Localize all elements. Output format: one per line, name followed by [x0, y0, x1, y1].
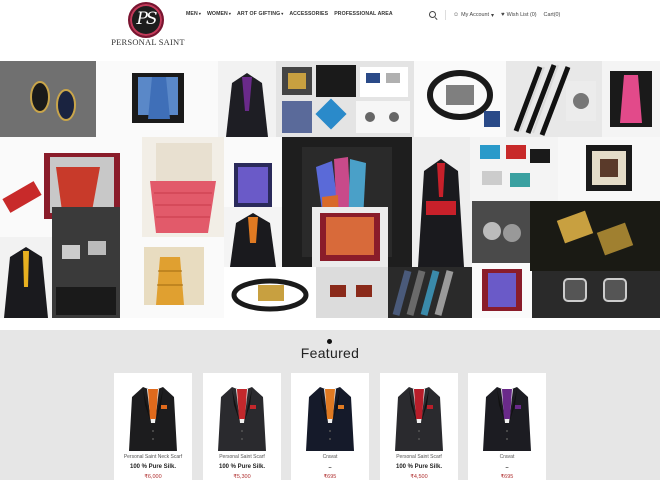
product-name[interactable]: Cravat — [291, 454, 369, 460]
banner-red-cufflinks-tile — [316, 267, 388, 318]
banner-tie-box-tile — [96, 61, 218, 137]
product-price: ₹4,500 — [410, 474, 428, 480]
banner-cufflinks-pair-tile — [52, 207, 120, 318]
banner-tie-box-red-tile — [312, 207, 388, 267]
header-actions: ☺ My Account ▾ ♥ Wish List (0) Cart(0) — [428, 10, 560, 20]
user-icon: ☺ — [453, 12, 460, 18]
product-description: .. — [505, 464, 509, 470]
product-name[interactable]: Cravat — [468, 454, 546, 460]
product-price: ₹5,300 — [233, 474, 251, 480]
dropdown-caret-icon: ▾ — [281, 11, 284, 16]
site-header: PS PERSONAL SAINT MEN▾ WOMEN▾ ART OF GIF… — [0, 0, 660, 60]
banner-gold-cufflinks-tile — [530, 201, 660, 271]
banner-orange-scarf-suit-tile — [224, 207, 282, 267]
banner-cummerbund-suit-tile — [412, 137, 470, 267]
banner-ties-fan-tile — [506, 61, 602, 137]
cart-link[interactable]: Cart(0) — [544, 12, 561, 18]
nav-item-men[interactable]: MEN▾ — [186, 11, 201, 17]
banner-belt-tile — [414, 61, 506, 137]
banner-pocket-square-box-tile — [558, 137, 660, 201]
product-image[interactable] — [212, 375, 272, 451]
banner-square-cufflinks-tile — [532, 271, 660, 318]
banner-gold-tie-box-tile — [120, 237, 224, 318]
product-description: 100 % Pure Silk. — [129, 464, 177, 470]
banner-silver-cufflinks-tile — [472, 201, 530, 263]
product-image[interactable] — [477, 375, 537, 451]
product-price: ₹695 — [323, 474, 337, 480]
banner-cufflinks-tile — [0, 61, 96, 137]
carousel-indicator[interactable] — [327, 339, 332, 344]
my-account-link[interactable]: ☺ My Account ▾ — [453, 12, 494, 19]
banner-purple-tie-box-tile — [472, 263, 532, 318]
product-description: .. — [328, 464, 332, 470]
wishlist-link[interactable]: ♥ Wish List (0) — [501, 12, 537, 18]
product-description: 100 % Pure Silk. — [218, 464, 266, 470]
search-icon[interactable] — [428, 10, 438, 20]
logo-monogram: PS — [136, 9, 157, 29]
banner-cufflink-set-tile — [470, 137, 558, 201]
nav-item-art-of-gifting[interactable]: ART OF GIFTING▾ — [237, 11, 283, 17]
banner-belt-buckle-tile — [224, 267, 316, 318]
product-description: 100 % Pure Silk. — [395, 464, 443, 470]
product-name[interactable]: Personal Saint Scarf — [203, 454, 281, 460]
product-card[interactable]: Personal Saint Neck Scarf 100 % Pure Sil… — [114, 373, 192, 480]
nav-item-professional-area[interactable]: PROFESSIONAL AREA — [334, 11, 392, 17]
product-card[interactable]: Personal Saint Scarf 100 % Pure Silk. ₹5… — [203, 373, 281, 480]
product-card[interactable]: Cravat .. ₹695 — [291, 373, 369, 480]
nav-item-accessories[interactable]: ACCESSORIES — [289, 11, 328, 17]
hero-banner-collage[interactable] — [0, 61, 660, 318]
product-card[interactable]: Cravat .. ₹695 — [468, 373, 546, 480]
dropdown-caret-icon: ▾ — [228, 11, 232, 16]
product-card[interactable]: Personal Saint Scarf 100 % Pure Silk. ₹4… — [380, 373, 458, 480]
product-image[interactable] — [389, 375, 449, 451]
divider — [445, 10, 446, 20]
banner-pink-tie-tile — [602, 61, 660, 137]
banner-accessories-grid-tile — [276, 61, 414, 137]
banner-yellow-tie-suit-tile — [0, 237, 52, 318]
product-price: ₹6,000 — [144, 474, 162, 480]
banner-pink-scarf-tile — [142, 137, 224, 237]
banner-suit-tile — [218, 61, 276, 137]
dropdown-caret-icon: ▾ — [198, 11, 201, 16]
main-nav: MEN▾ WOMEN▾ ART OF GIFTING▾ ACCESSORIES … — [186, 11, 393, 17]
product-price: ₹695 — [500, 474, 514, 480]
featured-heading: Featured — [300, 345, 360, 361]
product-name[interactable]: Personal Saint Scarf — [380, 454, 458, 460]
nav-item-women[interactable]: WOMEN▾ — [207, 11, 231, 17]
product-image[interactable] — [300, 375, 360, 451]
dropdown-caret-icon: ▾ — [491, 12, 495, 19]
brand-name: PERSONAL SAINT — [111, 37, 185, 47]
product-image[interactable] — [123, 375, 183, 451]
logo-emblem: PS — [128, 2, 164, 38]
brand-logo[interactable]: PS PERSONAL SAINT — [110, 2, 186, 48]
banner-tie-row-tile — [388, 267, 472, 318]
product-name[interactable]: Personal Saint Neck Scarf — [114, 454, 192, 460]
heart-icon: ♥ — [501, 12, 505, 18]
